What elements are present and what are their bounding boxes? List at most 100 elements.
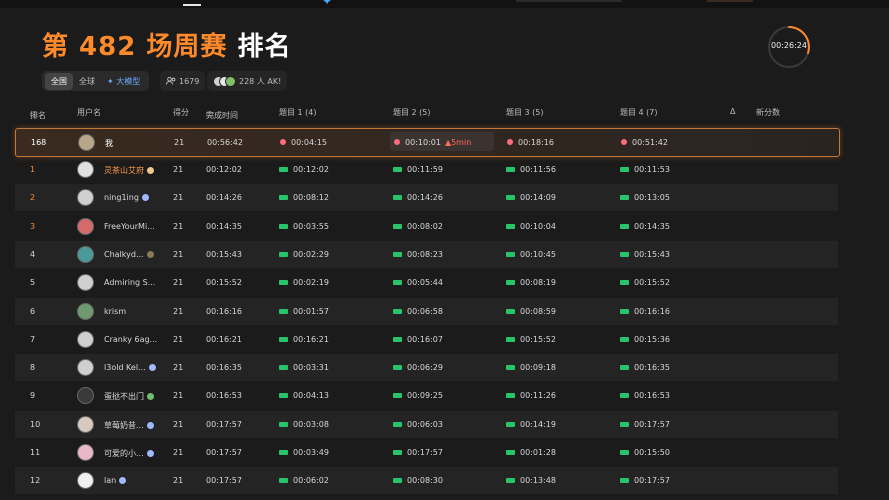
username-cell[interactable]: 可爱的小...: [104, 448, 154, 459]
my-row[interactable]: 168 我 21 00:56:42 00:04:15 00:10:01 ▲5min…: [15, 128, 840, 157]
table-row[interactable]: 9 蛋挞不出门 21 00:16:53 00:04:13 00:09:25 00:11:26…: [15, 382, 838, 409]
q2-result[interactable]: 00:06:03: [393, 420, 443, 429]
q4-result[interactable]: 00:16:35: [620, 363, 670, 372]
q3-result[interactable]: 00:01:28: [506, 448, 556, 457]
q1-result[interactable]: 00:04:15: [280, 138, 327, 147]
table-row[interactable]: 10 草莓奶昔... 21 00:17:57 00:03:08 00:06:03 00:14…: [15, 410, 838, 438]
avatar[interactable]: [77, 444, 94, 461]
table-row[interactable]: 5 Admiring S... 21 00:15:52 00:02:19 00:05:44…: [15, 269, 838, 296]
header-q3[interactable]: 题目 3 (5): [506, 107, 544, 118]
q1-result[interactable]: 00:01:57: [279, 307, 329, 316]
username-cell[interactable]: krism: [104, 307, 126, 316]
q1-result[interactable]: 00:03:08: [279, 420, 329, 429]
q1-result[interactable]: 00:06:02: [279, 476, 329, 485]
q4-result[interactable]: 00:51:42: [621, 138, 668, 147]
q4-result[interactable]: 00:17:57: [620, 420, 670, 429]
info-icon[interactable]: ⓘ: [30, 110, 37, 120]
header-q2[interactable]: 题目 2 (5): [393, 107, 431, 118]
search-bar[interactable]: [516, 0, 622, 2]
table-row[interactable]: 4 Chalkyd... 21 00:15:43 00:02:29 00:08:23 00:…: [15, 240, 838, 268]
username[interactable]: 灵茶山艾府: [104, 166, 144, 175]
username-cell[interactable]: lan: [104, 476, 127, 485]
q2-result[interactable]: 00:14:26: [393, 193, 443, 202]
q3-result[interactable]: 00:15:52: [506, 335, 556, 344]
q3-result[interactable]: 00:14:09: [506, 193, 556, 202]
q2-result[interactable]: 00:11:59: [393, 165, 443, 174]
info-icon[interactable]: ⓘ: [206, 110, 213, 120]
q1-result[interactable]: 00:12:02: [279, 165, 329, 174]
q3-result[interactable]: 00:13:48: [506, 476, 556, 485]
avatar[interactable]: [77, 330, 94, 348]
q3-result[interactable]: 00:14:19: [506, 420, 556, 429]
q2-result[interactable]: 00:08:23: [393, 250, 443, 259]
header-q1[interactable]: 题目 1 (4): [279, 107, 317, 118]
username-cell[interactable]: 灵茶山艾府: [104, 165, 154, 176]
q2-result[interactable]: 00:08:30: [393, 476, 443, 485]
table-row[interactable]: 7 Cranky 6ag... 21 00:16:21 00:16:21 00:16:07…: [15, 326, 838, 353]
q3-result[interactable]: 00:10:45: [506, 250, 556, 259]
username[interactable]: 我: [105, 138, 113, 149]
username-cell[interactable]: Cranky 6ag...: [104, 335, 157, 344]
avatar[interactable]: [77, 274, 94, 292]
avatar[interactable]: [77, 189, 94, 207]
avatar[interactable]: [77, 245, 94, 263]
avatar[interactable]: [77, 161, 94, 178]
avatar[interactable]: [77, 217, 94, 235]
username-cell[interactable]: 草莓奶昔...: [104, 420, 154, 431]
avatar[interactable]: [77, 387, 94, 405]
username-cell[interactable]: l3old Kel...: [104, 363, 156, 372]
tab-llm[interactable]: ✦ 大模型: [101, 73, 146, 90]
header-score[interactable]: 得分: [173, 107, 189, 118]
q2-result[interactable]: 00:17:57: [393, 448, 443, 457]
q2-result[interactable]: 00:09:25: [393, 391, 443, 400]
username[interactable]: 蛋挞不出门: [104, 392, 144, 401]
avatar[interactable]: [77, 472, 94, 490]
username[interactable]: FreeYourMi...: [104, 222, 155, 231]
avatar[interactable]: [77, 415, 94, 433]
q3-result[interactable]: 00:09:18: [506, 363, 556, 372]
q4-result[interactable]: 00:11:53: [620, 165, 670, 174]
q2-result[interactable]: 00:06:29: [393, 363, 443, 372]
username[interactable]: ning1ing: [104, 193, 139, 202]
q2-result[interactable]: 00:05:44: [393, 278, 443, 287]
q2-result[interactable]: 00:16:07: [393, 335, 443, 344]
tab-national[interactable]: 全国: [45, 72, 73, 90]
q1-result[interactable]: 00:04:13: [279, 391, 329, 400]
q4-result[interactable]: 00:16:53: [620, 391, 670, 400]
table-row[interactable]: 2 ning1ing 21 00:14:26 00:08:12 00:14:26 00:14…: [15, 184, 838, 212]
username-cell[interactable]: ning1ing: [104, 193, 149, 202]
q4-result[interactable]: 00:14:35: [620, 222, 670, 231]
q3-result[interactable]: 00:18:16: [507, 138, 554, 147]
q1-result[interactable]: 00:03:31: [279, 363, 329, 372]
tab-global[interactable]: 全球: [73, 73, 101, 90]
avatar[interactable]: [78, 134, 95, 151]
q4-result[interactable]: 00:17:57: [620, 476, 670, 485]
q1-result[interactable]: 00:03:49: [279, 448, 329, 457]
q3-result[interactable]: 00:08:19: [506, 278, 556, 287]
q3-result[interactable]: 00:08:59: [506, 307, 556, 316]
username[interactable]: krism: [104, 307, 126, 316]
q1-result[interactable]: 00:02:29: [279, 250, 329, 259]
q2-result[interactable]: 00:10:01 ▲5min: [394, 138, 471, 147]
username[interactable]: Chalkyd...: [104, 250, 144, 259]
username[interactable]: Admiring S...: [104, 278, 155, 287]
q1-result[interactable]: 00:16:21: [279, 335, 329, 344]
q1-result[interactable]: 00:02:19: [279, 278, 329, 287]
q4-result[interactable]: 00:15:52: [620, 278, 670, 287]
table-row[interactable]: 8 l3old Kel... 21 00:16:35 00:03:31 00:06:29 0…: [15, 354, 838, 382]
username[interactable]: 可爱的小...: [104, 449, 144, 458]
q4-result[interactable]: 00:15:36: [620, 335, 670, 344]
q4-result[interactable]: 00:15:43: [620, 250, 670, 259]
nav-button[interactable]: [707, 0, 753, 2]
table-row[interactable]: 1 灵茶山艾府 21 00:12:02 00:12:02 00:11:59 00:11:56…: [15, 156, 838, 183]
q1-result[interactable]: 00:08:12: [279, 193, 329, 202]
avatar[interactable]: [77, 359, 94, 377]
username[interactable]: 草莓奶昔...: [104, 421, 144, 430]
table-row[interactable]: 12 lan 21 00:17:57 00:06:02 00:08:30 00:13:48 0…: [15, 467, 838, 495]
username[interactable]: l3old Kel...: [104, 363, 146, 372]
q1-result[interactable]: 00:03:55: [279, 222, 329, 231]
q3-result[interactable]: 00:11:56: [506, 165, 556, 174]
q4-result[interactable]: 00:15:50: [620, 448, 670, 457]
q4-result[interactable]: 00:16:16: [620, 307, 670, 316]
avatar[interactable]: [77, 302, 94, 320]
